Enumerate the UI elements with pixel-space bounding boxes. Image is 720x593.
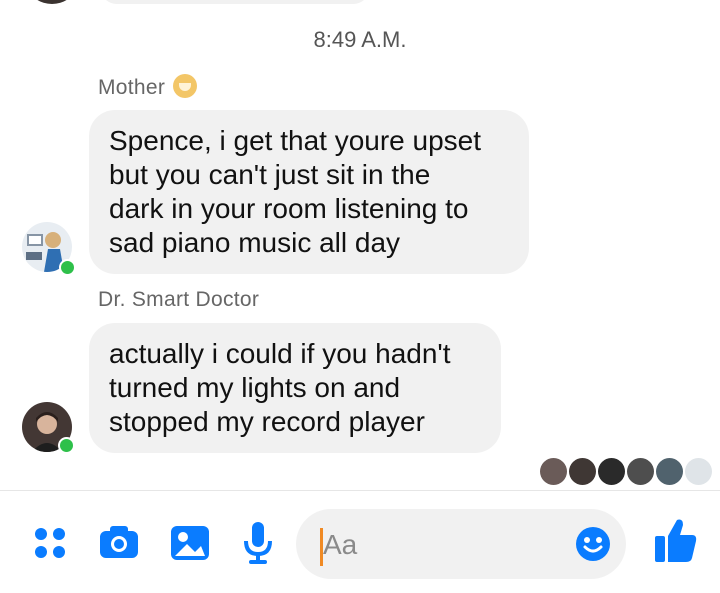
- seen-avatar: [656, 458, 683, 485]
- seen-avatar: [540, 458, 567, 485]
- message-bubble-mother[interactable]: Spence, i get that youre upset but you c…: [89, 110, 529, 274]
- sender-name-label: Mother: [98, 76, 166, 99]
- sender-name-doctor: Dr. Smart Doctor: [98, 288, 260, 311]
- thumbs-up-icon[interactable]: [655, 518, 697, 567]
- composer-bar: Aa: [0, 490, 720, 593]
- microphone-icon[interactable]: [243, 522, 273, 569]
- image-icon[interactable]: [171, 526, 209, 565]
- seen-avatar: [598, 458, 625, 485]
- online-status-dot: [59, 259, 76, 276]
- message-input[interactable]: Aa: [296, 509, 626, 579]
- message-input-placeholder: Aa: [323, 529, 358, 560]
- message-bubble-doctor[interactable]: actually i could if you hadn't turned my…: [89, 323, 501, 453]
- menu-dots-icon[interactable]: [33, 526, 67, 565]
- message-timestamp: 8:49 A.M.: [313, 27, 407, 52]
- seen-avatar: [627, 458, 654, 485]
- emoji-icon[interactable]: [576, 527, 610, 566]
- baby-emoji-icon: [173, 74, 198, 98]
- top-partial-avatar: [30, 0, 74, 4]
- online-status-dot: [58, 437, 75, 454]
- seen-receipts: [540, 458, 712, 485]
- camera-icon[interactable]: [100, 526, 138, 563]
- seen-avatar: [685, 458, 712, 485]
- sender-name-mother: Mother: [98, 74, 198, 100]
- top-partial-bubble: [100, 0, 370, 4]
- seen-avatar: [569, 458, 596, 485]
